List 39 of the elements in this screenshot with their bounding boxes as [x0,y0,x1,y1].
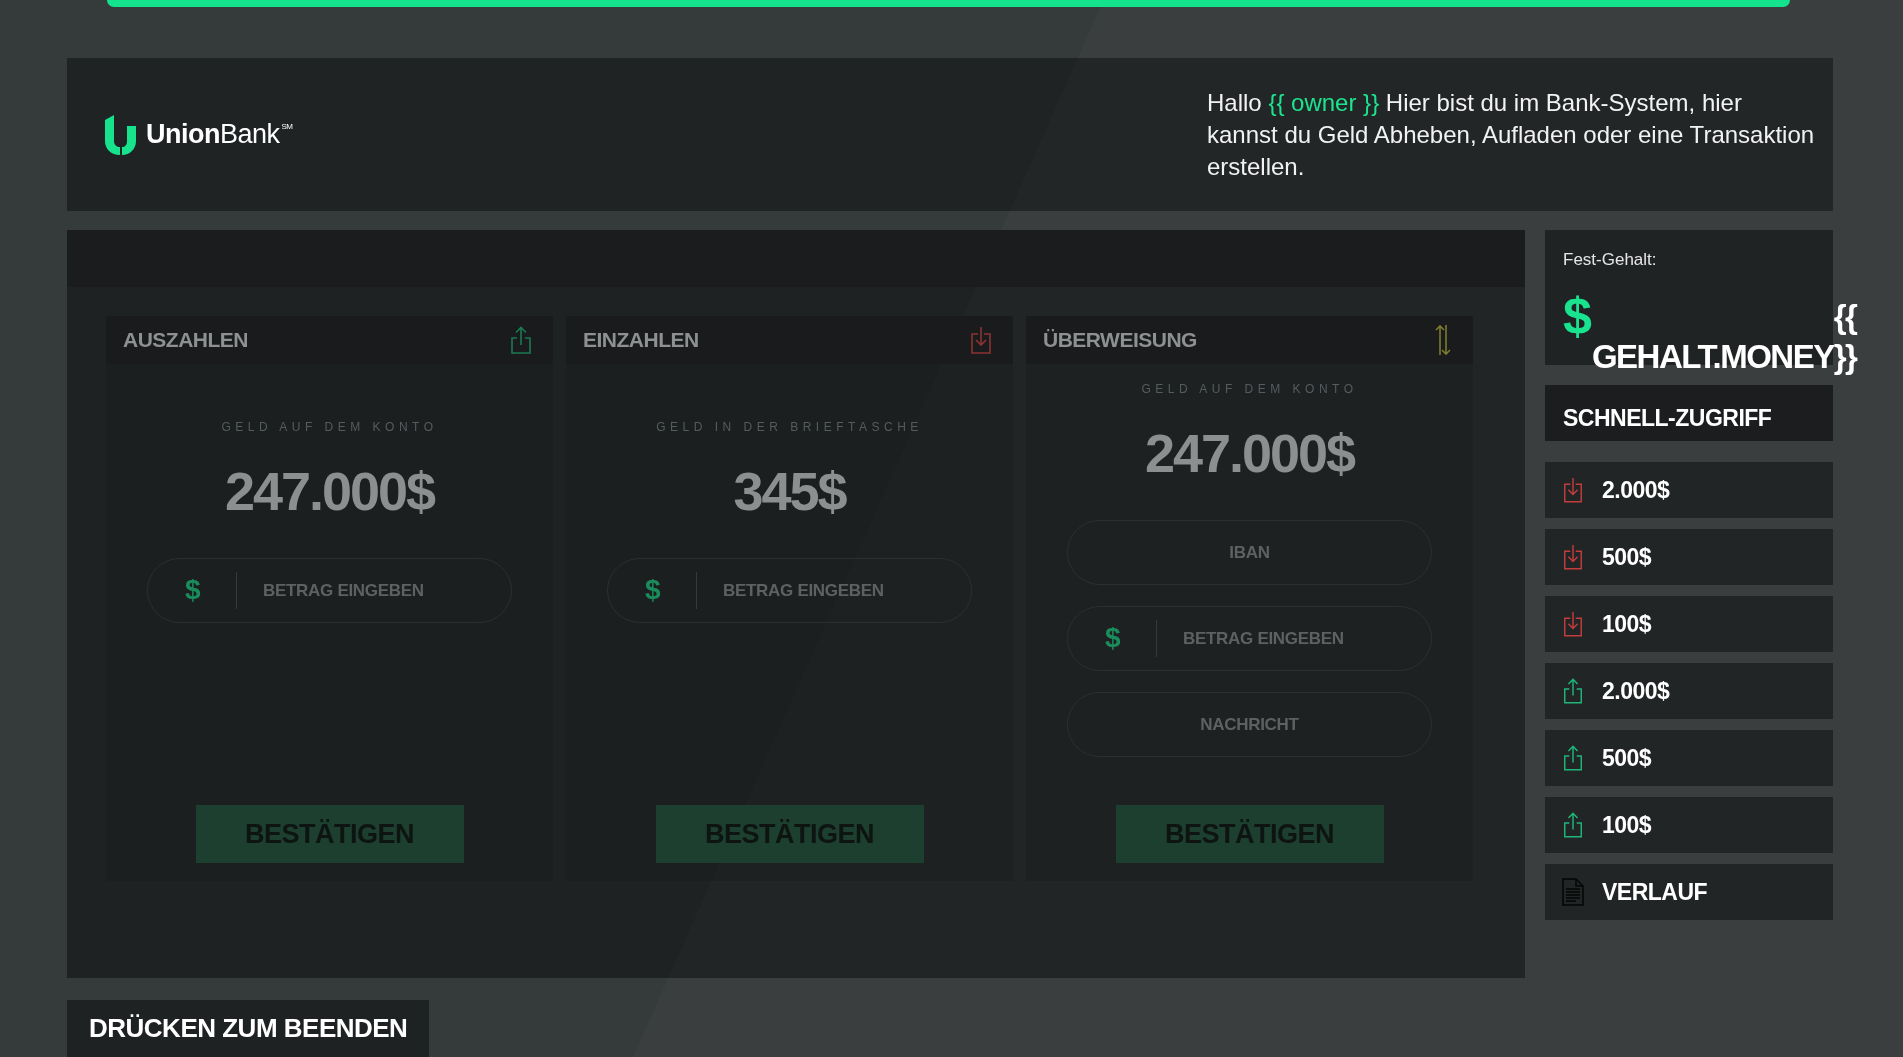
dollar-sign: $ [1105,622,1121,654]
logo-icon [105,114,137,155]
salary-label: Fest-Gehalt: [1563,250,1658,270]
quick-action-button[interactable]: 2.000$ [1545,663,1833,719]
balance-amount: 247.000$ [1144,422,1355,484]
document-icon [1562,878,1584,906]
card-title: EINZAHLEN [583,328,699,352]
balance-label: GELD AUF DEM KONTO [221,420,438,434]
download-icon [1562,611,1584,637]
download-icon [1562,544,1584,570]
upload-icon [509,326,533,354]
download-icon [969,326,993,354]
dollar-sign: $ [185,574,201,606]
text-input-field[interactable]: IBAN [1067,520,1432,585]
upload-icon [1562,745,1584,771]
section-header: SCHNELL-ZUGRIFF [1545,385,1833,441]
dollar-sign: $ [645,574,661,606]
balance-label: GELD IN DER BRIEFTASCHE [656,420,923,434]
logo-text: UnionBank$^{SM}$ [146,119,293,150]
quick-action-button[interactable]: 2.000$ [1545,462,1833,518]
salary-value: {{ GEHALT.MONEY}} [1591,297,1857,377]
quick-action-button[interactable]: 500$ [1545,529,1833,585]
quick-action-button[interactable]: 100$ [1545,797,1833,853]
up-down-arrows-icon [1433,324,1453,356]
card-title: ÜBERWEISUNG [1043,328,1197,352]
balance-amount: 247.000$ [224,460,435,522]
balance-label: GELD AUF DEM KONTO [1141,382,1358,396]
quick-action-button[interactable]: 100$ [1545,596,1833,652]
text-input-field[interactable]: NACHRICHT [1067,692,1432,757]
card-title: AUSZAHLEN [123,328,248,352]
quick-action-button[interactable]: 500$ [1545,730,1833,786]
upload-icon [1562,678,1584,704]
greeting-text: Hallo {{ owner }} Hier bist du im Bank-System, hier kannst du Geld Abheben, Aufladen oder eine Transaktion erstellen. [1207,87,1816,182]
balance-amount: 345$ [733,460,846,522]
download-icon [1562,477,1584,503]
upload-icon [1562,812,1584,838]
quick-action-button[interactable]: VERLAUF [1545,864,1833,920]
exit-button[interactable]: DRÜCKEN ZUM BEENDEN [67,1000,430,1057]
dollar-sign: $ [1563,288,1592,344]
